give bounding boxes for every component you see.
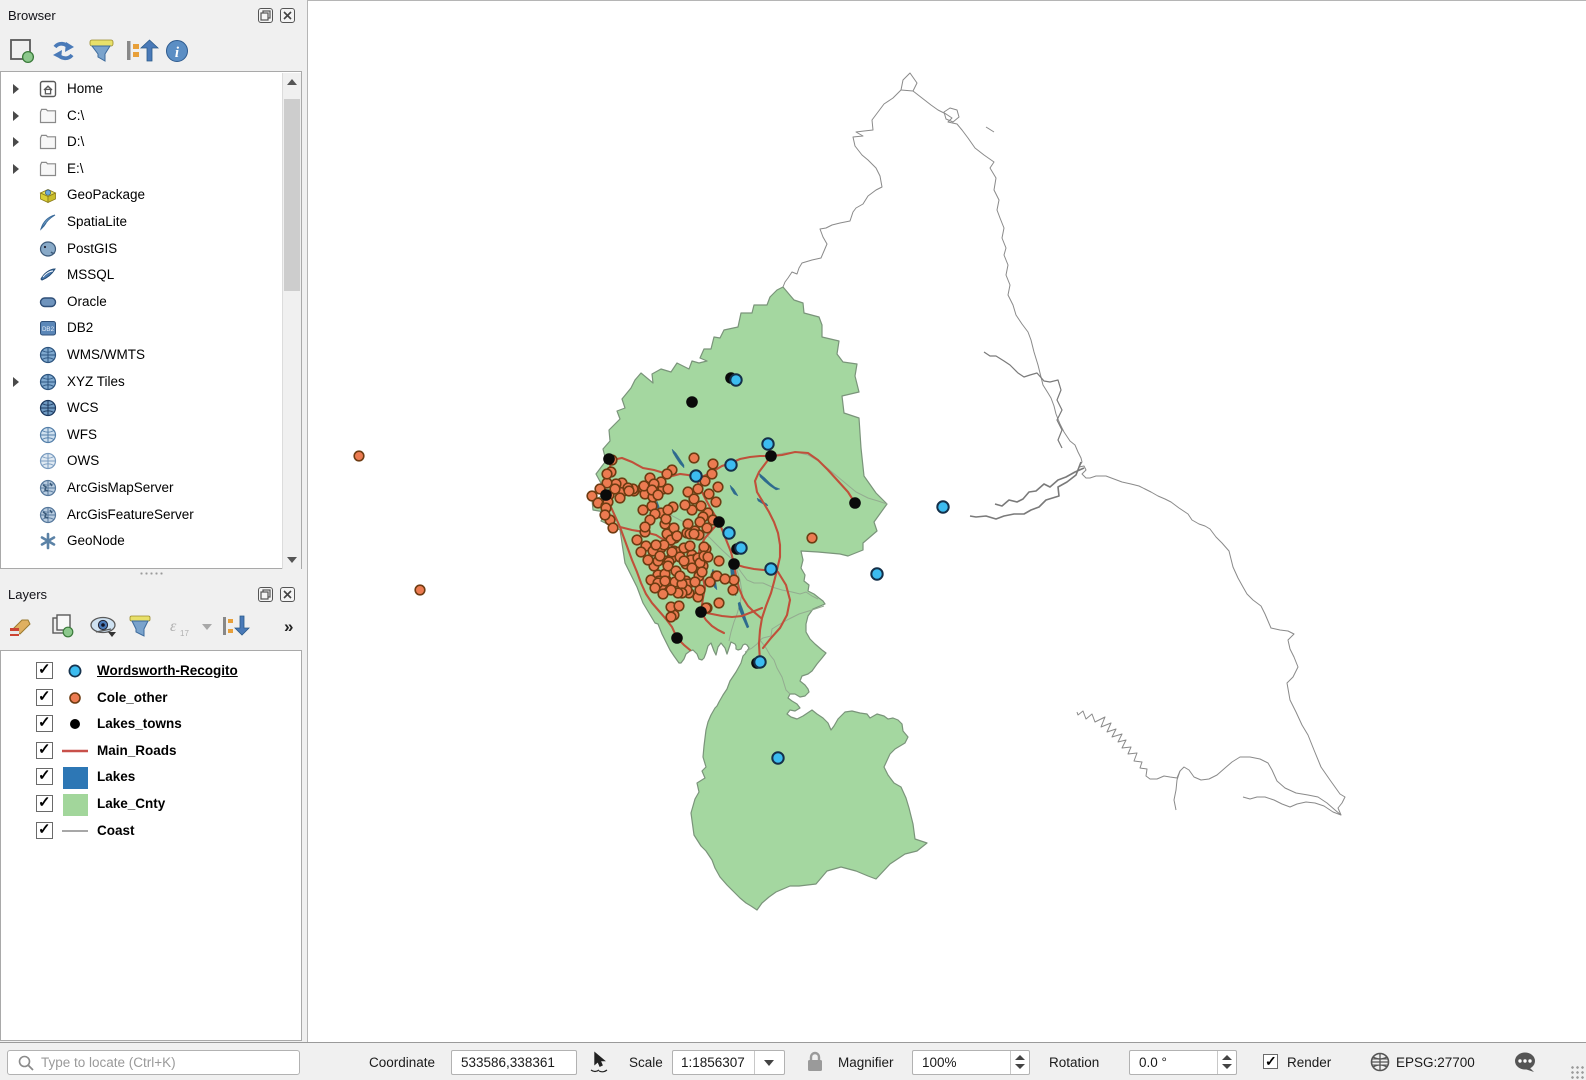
svg-text:DB2: DB2	[42, 326, 55, 333]
svg-text:»: »	[284, 617, 293, 636]
svg-text:17: 17	[180, 629, 189, 638]
svg-text:ε: ε	[170, 618, 177, 635]
